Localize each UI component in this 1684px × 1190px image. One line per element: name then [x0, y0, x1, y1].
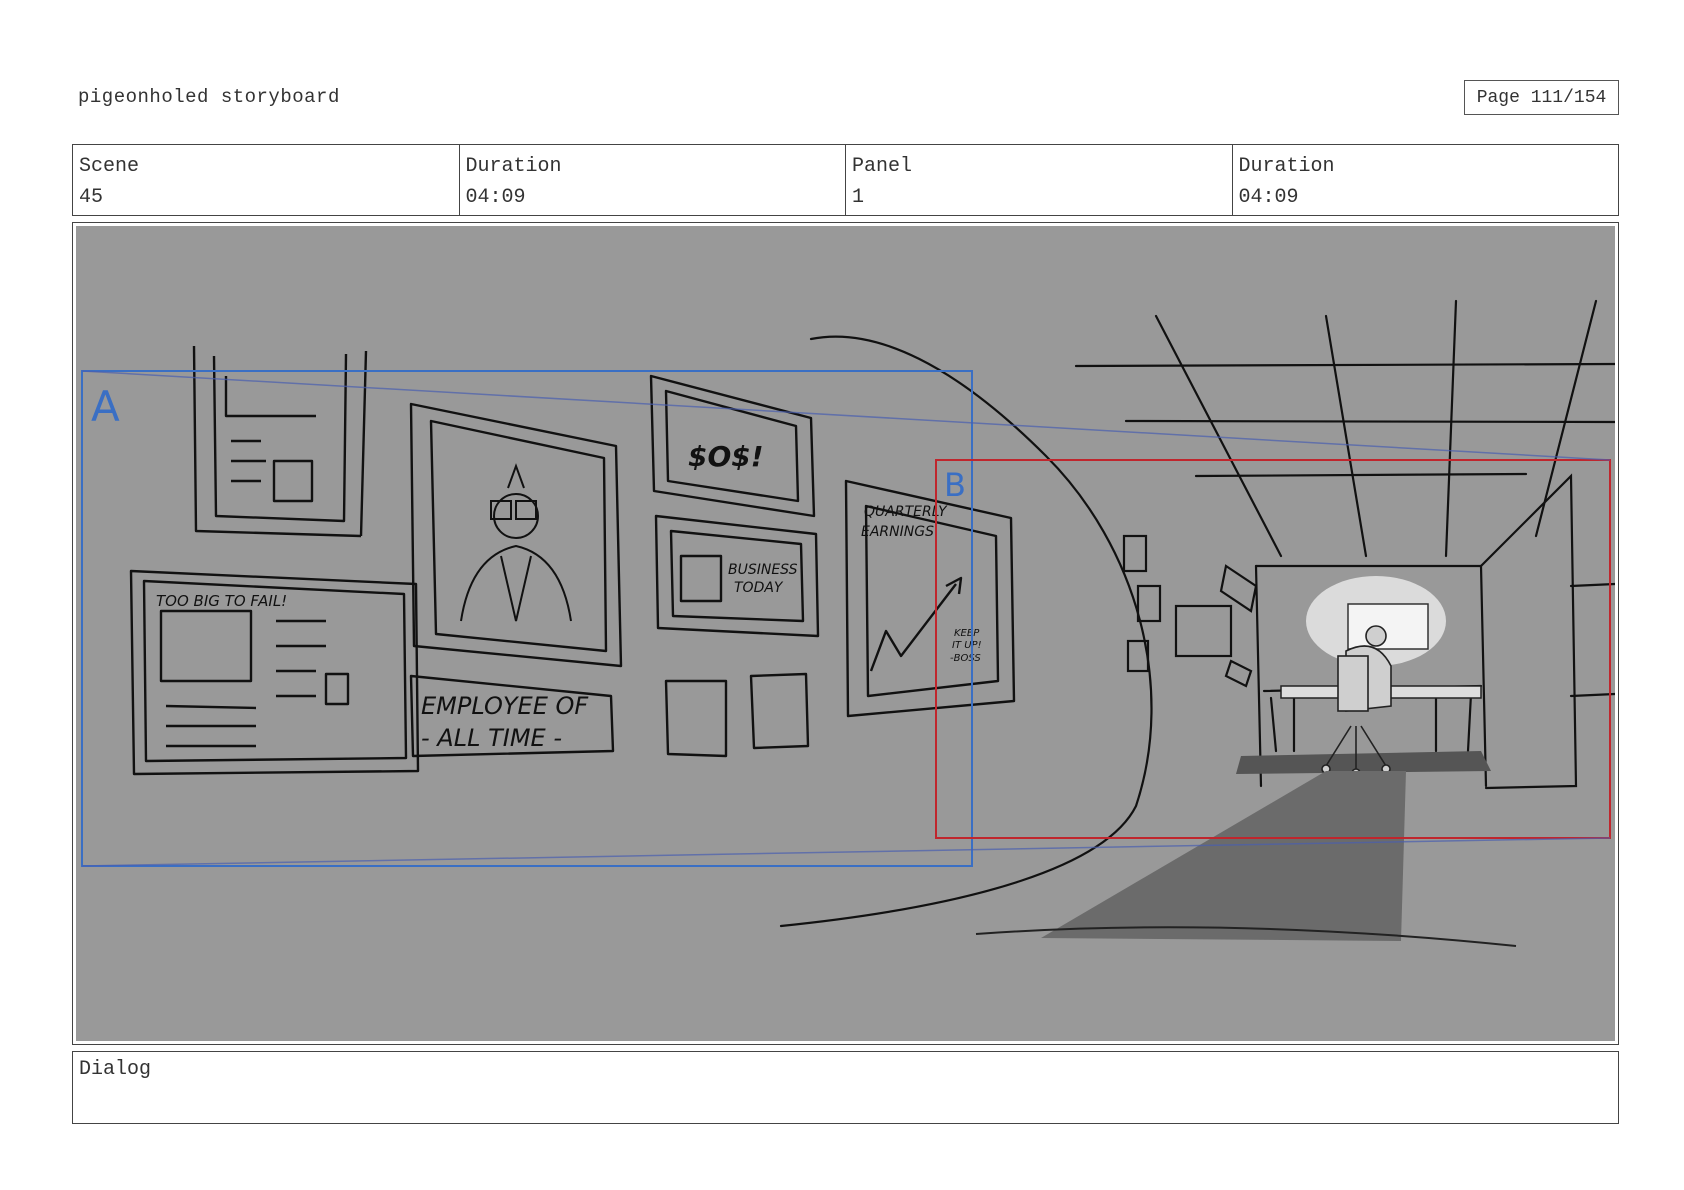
sign-keep-3-text: -BOSS — [950, 653, 981, 664]
page-number: Page 111/154 — [1464, 80, 1619, 115]
camera-frame-b-label: B — [944, 466, 966, 504]
sign-employee-1-text: EMPLOYEE OF — [421, 692, 589, 720]
sign-today-text: TODAY — [734, 580, 784, 596]
scene-cell: Scene 45 — [73, 145, 460, 215]
sign-keep-1-text: KEEP — [954, 628, 980, 639]
storyboard-sketch: TOO BIG TO FAIL! $O$! BUSINESS TODAY QUA… — [76, 226, 1615, 1041]
scene-value: 45 — [79, 186, 104, 209]
scene-info-table: Scene 45 Duration 04:09 Panel 1 Duration… — [72, 144, 1619, 216]
scene-duration-label: Duration — [465, 155, 562, 178]
panel-duration-value: 04:09 — [1238, 186, 1299, 209]
sign-keep-2-text: IT UP! — [952, 640, 982, 651]
scene-label: Scene — [79, 155, 140, 178]
camera-frame-a-label: A — [91, 382, 120, 431]
sign-employee-2-text: - ALL TIME - — [421, 724, 562, 752]
sign-business-text: BUSINESS — [728, 562, 798, 578]
storyboard-panel-frame: TOO BIG TO FAIL! $O$! BUSINESS TODAY QUA… — [72, 222, 1619, 1045]
panel-cell: Panel 1 — [846, 145, 1233, 215]
scene-duration-value: 04:09 — [465, 186, 526, 209]
panel-duration-label: Duration — [1238, 155, 1335, 178]
panel-duration-cell: Duration 04:09 — [1233, 145, 1619, 215]
sign-too-big-text: TOO BIG TO FAIL! — [156, 592, 287, 610]
dialog-label: Dialog — [79, 1058, 152, 1081]
sign-earnings-2-text: EARNINGS — [861, 524, 934, 540]
panel-value: 1 — [852, 186, 865, 209]
sign-money-text: $O$! — [688, 440, 764, 473]
dialog-box: Dialog — [72, 1051, 1619, 1124]
panel-label: Panel — [852, 155, 913, 178]
monitor-icon — [1347, 603, 1429, 650]
scene-duration-cell: Duration 04:09 — [460, 145, 846, 215]
storyboard-title: pigeonholed storyboard — [78, 86, 340, 108]
